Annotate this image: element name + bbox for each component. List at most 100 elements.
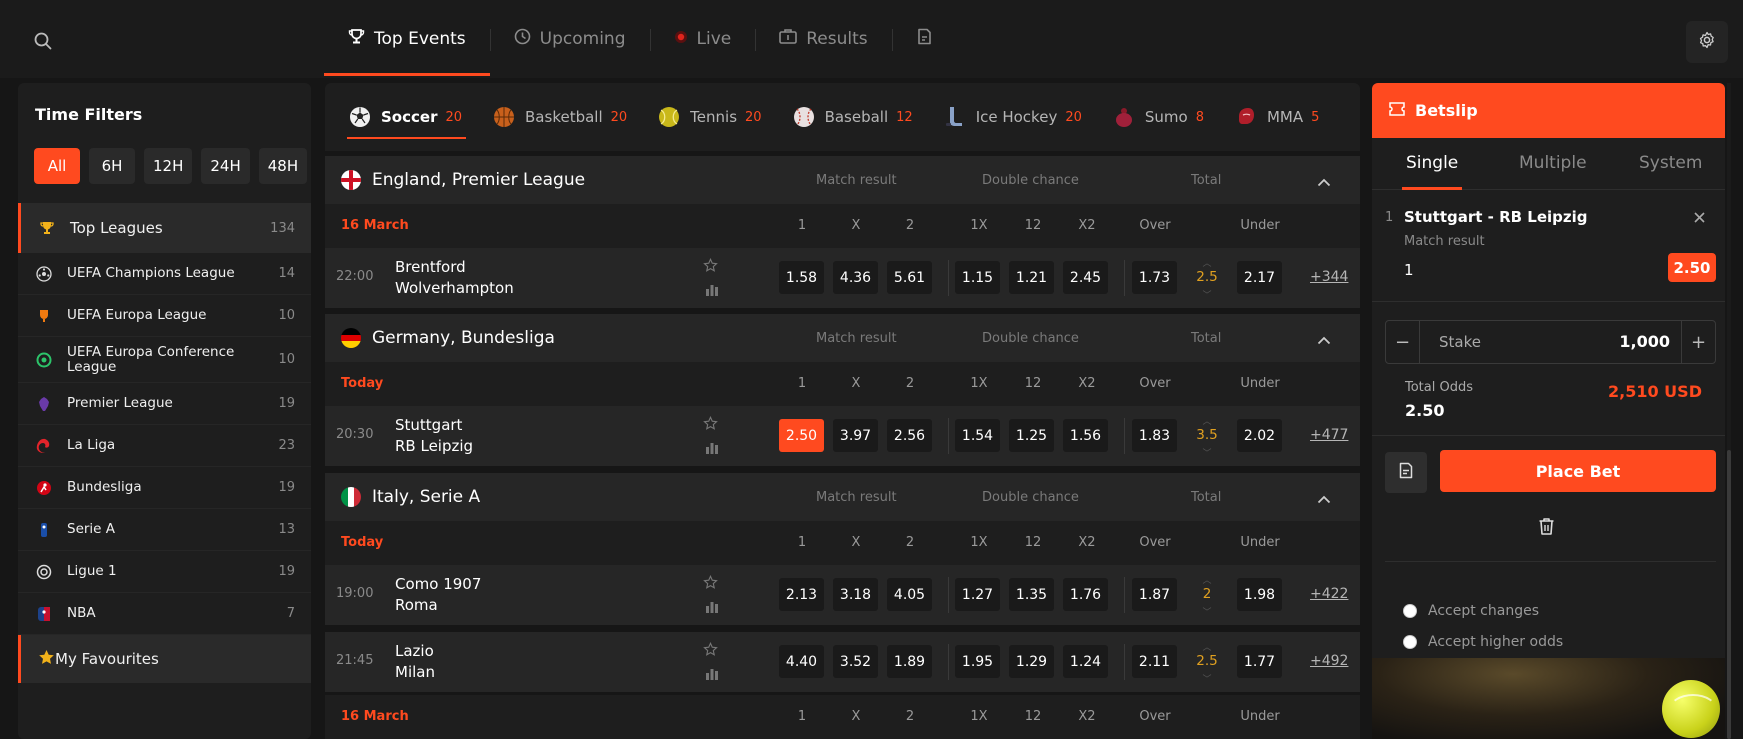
stake-stepper[interactable]: − Stake 1,000 + — [1385, 320, 1716, 364]
promo-banner[interactable] — [1372, 658, 1725, 739]
nav-live[interactable]: Live — [649, 21, 756, 57]
odd-button[interactable]: 1.83 — [1132, 419, 1177, 452]
competition-header[interactable]: Italy, Serie A Match result Double chanc… — [325, 473, 1360, 521]
odd-button[interactable]: 1.56 — [1063, 419, 1108, 452]
competition-header[interactable]: Germany, Bundesliga Match result Double … — [325, 314, 1360, 362]
more-markets-link[interactable]: +344 — [1310, 269, 1348, 285]
tab-system[interactable]: System — [1639, 153, 1702, 173]
sidebar-league-conference-league[interactable]: UEFA Europa Conference League 10 — [18, 337, 311, 383]
nav-results[interactable]: Results — [755, 21, 891, 57]
share-betslip-button[interactable] — [1385, 452, 1427, 493]
scrollbar-thumb[interactable] — [1727, 450, 1731, 739]
odd-button[interactable]: 1.27 — [955, 578, 1000, 611]
sport-tab-mma[interactable]: MMA 5 — [1235, 83, 1319, 151]
star-outline-icon[interactable] — [703, 415, 718, 435]
odd-button[interactable]: 4.05 — [887, 578, 932, 611]
stake-input[interactable]: 1,000 — [1619, 332, 1670, 351]
search-icon[interactable] — [30, 28, 56, 54]
sport-tab-basketball[interactable]: Basketball 20 — [493, 83, 627, 151]
match-row[interactable]: 19:00 Como 1907 Roma 2.13 3.18 4.05 1.27… — [325, 565, 1360, 625]
sidebar-league-premier-league[interactable]: Premier League 19 — [18, 383, 311, 425]
total-down-arrow[interactable]: ﹀ — [1202, 605, 1211, 618]
sport-tab-tennis[interactable]: Tennis 20 — [658, 83, 762, 151]
odd-button[interactable]: 5.61 — [887, 261, 932, 294]
place-bet-button[interactable]: Place Bet — [1440, 450, 1716, 492]
sport-tab-soccer[interactable]: Soccer 20 — [346, 83, 467, 151]
total-up-arrow[interactable]: ︿ — [1202, 640, 1211, 653]
odd-button[interactable]: 1.95 — [955, 645, 1000, 678]
stats-icon[interactable] — [705, 439, 719, 458]
time-filter-24h[interactable]: 24H — [201, 148, 250, 184]
match-row[interactable]: 22:00 Brentford Wolverhampton 1.58 4.36 … — [325, 248, 1360, 308]
time-filter-48h[interactable]: 48H — [258, 148, 308, 184]
competition-header[interactable]: England, Premier League Match result Dou… — [325, 156, 1360, 204]
chevron-up-icon[interactable] — [1317, 172, 1331, 191]
time-filter-12h[interactable]: 12H — [144, 148, 193, 184]
star-outline-icon[interactable] — [703, 574, 718, 594]
more-markets-link[interactable]: +492 — [1310, 653, 1348, 669]
odd-button[interactable]: 1.89 — [887, 645, 932, 678]
odd-button[interactable]: 1.58 — [779, 261, 824, 294]
stats-icon[interactable] — [705, 281, 719, 300]
sidebar-league-la-liga[interactable]: La Liga 23 — [18, 425, 311, 467]
settings-button[interactable] — [1686, 21, 1728, 63]
odd-button-selected[interactable]: 2.50 — [779, 419, 824, 452]
odd-button[interactable]: 4.40 — [779, 645, 824, 678]
sidebar-league-ligue-1[interactable]: Ligue 1 19 — [18, 551, 311, 593]
sidebar-league-nba[interactable]: NBA 7 — [18, 593, 311, 635]
odd-button[interactable]: 1.87 — [1132, 578, 1177, 611]
total-up-arrow[interactable]: ︿ — [1202, 573, 1211, 586]
odd-button[interactable]: 1.54 — [955, 419, 1000, 452]
tab-single[interactable]: Single — [1401, 153, 1463, 190]
chevron-up-icon[interactable] — [1317, 489, 1331, 508]
total-up-arrow[interactable]: ︿ — [1202, 414, 1211, 427]
odd-button[interactable]: 1.29 — [1009, 645, 1054, 678]
total-up-arrow[interactable]: ︿ — [1202, 256, 1211, 269]
my-favourites[interactable]: My Favourites — [18, 635, 311, 683]
match-row[interactable]: 21:45 Lazio Milan 4.40 3.52 1.89 1.95 1.… — [325, 632, 1360, 692]
odd-button[interactable]: 2.11 — [1132, 645, 1177, 678]
sport-tab-ice-hockey[interactable]: Ice Hockey 20 — [944, 83, 1082, 151]
stake-plus-button[interactable]: + — [1681, 321, 1715, 363]
accept-higher-odds-option[interactable]: Accept higher odds — [1403, 634, 1563, 650]
odd-button[interactable]: 2.45 — [1063, 261, 1108, 294]
time-filter-all[interactable]: All — [34, 148, 80, 184]
sidebar-league-serie-a[interactable]: Serie A 13 — [18, 509, 311, 551]
total-down-arrow[interactable]: ﹀ — [1202, 672, 1211, 685]
sport-tab-sumo[interactable]: Sumo 8 — [1113, 83, 1204, 151]
sidebar-league-europa-league[interactable]: UEFA Europa League 10 — [18, 295, 311, 337]
radio-accept-higher-odds[interactable] — [1403, 635, 1417, 649]
stake-minus-button[interactable]: − — [1386, 321, 1420, 363]
stats-icon[interactable] — [705, 598, 719, 617]
more-markets-link[interactable]: +422 — [1310, 586, 1348, 602]
match-row[interactable]: 20:30 Stuttgart RB Leipzig 2.50 3.97 2.5… — [325, 406, 1360, 466]
nav-upcoming[interactable]: Upcoming — [489, 21, 650, 57]
odd-button[interactable]: 1.35 — [1009, 578, 1054, 611]
odd-button[interactable]: 2.17 — [1237, 261, 1282, 294]
accept-changes-option[interactable]: Accept changes — [1403, 603, 1539, 619]
odd-button[interactable]: 4.36 — [833, 261, 878, 294]
odd-button[interactable]: 3.97 — [833, 419, 878, 452]
odd-button[interactable]: 1.73 — [1132, 261, 1177, 294]
odd-button[interactable]: 1.77 — [1237, 645, 1282, 678]
close-icon[interactable] — [1694, 208, 1705, 227]
odd-button[interactable]: 1.15 — [955, 261, 1000, 294]
nav-top-events[interactable]: Top Events — [324, 21, 490, 76]
odd-button[interactable]: 2.56 — [887, 419, 932, 452]
radio-accept-changes[interactable] — [1403, 604, 1417, 618]
more-markets-link[interactable]: +477 — [1310, 427, 1348, 443]
time-filter-6h[interactable]: 6H — [89, 148, 135, 184]
odd-button[interactable]: 2.02 — [1237, 419, 1282, 452]
star-outline-icon[interactable] — [703, 257, 718, 277]
odd-button[interactable]: 2.13 — [779, 578, 824, 611]
trash-icon[interactable] — [1538, 517, 1555, 540]
chevron-up-icon[interactable] — [1317, 330, 1331, 349]
total-down-arrow[interactable]: ﹀ — [1202, 446, 1211, 459]
nav-betslip-history[interactable] — [891, 21, 957, 57]
odd-button[interactable]: 1.25 — [1009, 419, 1054, 452]
odd-button[interactable]: 1.98 — [1237, 578, 1282, 611]
odd-button[interactable]: 1.21 — [1009, 261, 1054, 294]
stats-icon[interactable] — [705, 665, 719, 684]
top-leagues-header[interactable]: Top Leagues 134 — [18, 203, 311, 253]
sport-tab-baseball[interactable]: Baseball 12 — [793, 83, 913, 151]
